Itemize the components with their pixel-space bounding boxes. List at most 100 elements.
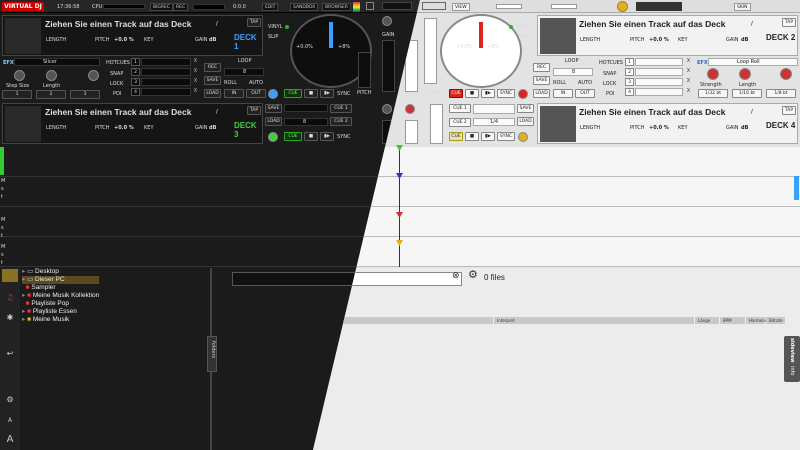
deck-3-cue-2-button[interactable]: CUE 2 (330, 117, 352, 126)
skin-button[interactable]: SKIN (734, 3, 751, 11)
deck-4-sync-button[interactable]: SYNC (497, 132, 515, 141)
deck-4-loop-size[interactable]: 1/4 (473, 118, 515, 126)
deck-2-loop-out-button[interactable]: OUT (575, 89, 595, 98)
deck-2-cue-button[interactable]: CUE (449, 89, 463, 98)
layout-icon[interactable] (366, 2, 374, 10)
rec-button[interactable]: REC (173, 3, 189, 11)
tree-item-desktop[interactable]: ▸ ▭ Desktop (22, 268, 99, 276)
fx-right-knob-3[interactable] (780, 68, 792, 80)
fx-right-btn-3[interactable]: 1/8 bt (766, 89, 796, 98)
window-buttons[interactable]: _ ▭ ✕ (760, 3, 798, 11)
vinyl-indicator-icon[interactable] (285, 25, 289, 29)
deck-1-save-button[interactable]: SAVE (204, 76, 221, 85)
fx-right-btn-2[interactable]: 1/16 bt (732, 89, 762, 98)
fx-left-btn-3[interactable]: 3 (70, 90, 100, 99)
deck-2-hotcue-slot-3[interactable] (635, 78, 683, 86)
deck-2-pitch-slider[interactable] (424, 18, 437, 84)
folder-view-icon[interactable] (2, 269, 18, 282)
deck-1-rec-button[interactable]: REC (204, 63, 221, 72)
sandbox-button[interactable]: SANDBOX (290, 3, 319, 11)
fx-left-btn-1[interactable]: 1 (2, 90, 32, 99)
deck-2-hotcue-2[interactable]: 2 (625, 68, 634, 76)
bigrec-button[interactable]: BIGREC (150, 3, 174, 11)
settings-gear-icon[interactable]: ⚙ (468, 269, 478, 280)
window-controls[interactable] (382, 2, 412, 10)
settings-icon[interactable]: ⚙ (2, 394, 18, 406)
tree-item-my-music[interactable]: ▸ ■ Meine Musik (22, 316, 99, 324)
deck-1-hotcue-slot-1[interactable] (141, 58, 191, 66)
restore-icon[interactable]: ▭ (773, 3, 778, 9)
fx-right-btn-1[interactable]: 1/32 bt (698, 89, 728, 98)
deck-1-cue-button[interactable]: CUE (284, 89, 302, 98)
deck-4-cue-2-button[interactable]: CUE 2 (449, 118, 471, 127)
deck-2-save-button[interactable]: SAVE (533, 76, 550, 85)
deck-2-hotcue-delete-1-icon[interactable]: X (685, 58, 692, 65)
deck-2-stop-button[interactable]: ■ (465, 89, 479, 98)
deck-4-stop-button[interactable]: ■ (465, 132, 479, 141)
deck-3-stop-button[interactable]: ■ (304, 132, 318, 141)
text-small-icon[interactable]: A (2, 415, 18, 427)
tree-item-playlist-pop[interactable]: ■ Playliste Pop (22, 300, 99, 308)
deck-2-hotcue-delete-3-icon[interactable]: X (685, 78, 692, 85)
back-icon[interactable]: ↩ (2, 348, 18, 360)
fx-left-btn-2[interactable]: 2 (36, 90, 66, 99)
deck-1-volume-fader[interactable] (382, 40, 395, 92)
deck-4-cue-1-button[interactable]: CUE 1 (449, 104, 471, 113)
deck-3-load-button[interactable]: LOAD (265, 117, 282, 126)
folders-tab[interactable]: folders (207, 336, 217, 372)
deck-2-hotcue-delete-2-icon[interactable]: X (685, 68, 692, 75)
browser-button[interactable]: BROWSER (322, 3, 352, 11)
color-picker-icon[interactable] (353, 2, 360, 12)
column-bitrate[interactable]: Bitrate (766, 317, 786, 324)
deck-3-gain-knob[interactable] (382, 104, 392, 114)
deck-2-tap-button[interactable]: TAP (782, 18, 796, 27)
view-button[interactable]: VIEW (452, 3, 470, 11)
maximize-icon[interactable] (422, 2, 446, 10)
deck-2-hotcue-slot-4[interactable] (635, 88, 683, 96)
deck-2-load-button[interactable]: LOAD (533, 89, 550, 98)
fx-right-knob-1[interactable] (707, 68, 719, 80)
effects-view-icon[interactable]: ✱ (2, 312, 18, 324)
deck-2-sync-button[interactable]: SYNC (497, 89, 515, 98)
deck-1-loop-size[interactable]: 8 (224, 68, 264, 76)
sideview-tab[interactable]: sideview info (784, 336, 800, 382)
deck-4-gain-knob[interactable] (405, 104, 415, 114)
deck-4-cue-button[interactable]: CUE (449, 132, 463, 141)
tree-item-playlist-essen[interactable]: ▸ ■ Playliste Essen (22, 308, 99, 316)
tree-item-pc[interactable]: ▸ ▭ Dieser PC (22, 276, 100, 284)
close-icon[interactable]: ✕ (787, 3, 791, 9)
deck-3-cue-button[interactable]: CUE (284, 132, 302, 141)
deck-2-hotcue-3[interactable]: 3 (625, 78, 634, 86)
deck-1-load-button[interactable]: LOAD (204, 89, 221, 98)
waveform-scroll-marker[interactable] (794, 176, 799, 200)
deck-3-loop-size[interactable]: 8 (284, 118, 328, 126)
fx-left-knob-3[interactable] (88, 70, 99, 81)
deck-1-loop-out-button[interactable]: OUT (246, 89, 266, 98)
deck-4-pitch-slider[interactable] (430, 104, 443, 144)
column-artist[interactable]: Interpret (494, 317, 695, 324)
deck-2-hotcue-4[interactable]: 4 (625, 88, 634, 96)
master-volume-knob[interactable] (617, 1, 628, 12)
sampler-view-icon[interactable]: ♫ (2, 292, 18, 304)
deck-1-pitch-slider[interactable] (358, 52, 371, 88)
warning-icon[interactable]: ⚠ (692, 2, 699, 10)
deck-1-play-button[interactable]: ▮▶ (320, 89, 334, 98)
deck-3-play-button[interactable]: ▮▶ (320, 132, 334, 141)
deck-1-hotcue-slot-2[interactable] (141, 68, 191, 76)
deck-1-stop-button[interactable]: ■ (304, 89, 318, 98)
deck-1-gain-knob[interactable] (382, 16, 392, 26)
deck-4-save-button[interactable]: SAVE (517, 104, 534, 113)
deck-1-hotcue-delete-4-icon[interactable]: X (192, 88, 199, 95)
deck-2-hotcue-slot-2[interactable] (635, 68, 683, 76)
minimize-icon[interactable]: _ (760, 3, 763, 9)
tree-item-sampler[interactable]: ■ Sampler (22, 284, 99, 292)
deck-1-hotcue-4[interactable]: 4 (131, 88, 140, 96)
deck-2-hotcue-slot-1[interactable] (635, 58, 683, 66)
deck-1-hotcue-delete-2-icon[interactable]: X (192, 68, 199, 75)
fx-left-knob-2[interactable] (46, 70, 57, 81)
text-large-icon[interactable]: A (2, 434, 18, 446)
vinyl-indicator-icon[interactable] (509, 25, 513, 29)
column-harmonic[interactable]: Harmonic (746, 317, 768, 324)
deck-2-rec-button[interactable]: REC (533, 63, 550, 72)
deck-4-tap-button[interactable]: TAP (782, 106, 796, 115)
